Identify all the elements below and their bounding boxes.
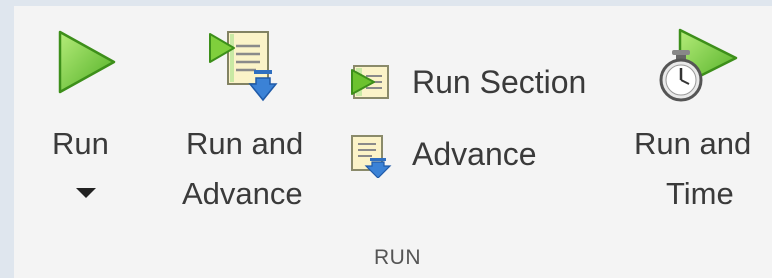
play-icon xyxy=(58,30,116,94)
run-label: Run xyxy=(52,126,109,161)
run-and-advance-label-line2: Advance xyxy=(182,176,303,211)
stopwatch-play-icon xyxy=(659,28,738,102)
chevron-down-icon[interactable] xyxy=(76,188,96,198)
run-group-panel: Run Run and Advance Run Section Advance … xyxy=(14,6,772,278)
run-and-time-label-line1: Run and xyxy=(634,126,752,161)
run-and-advance-button[interactable]: Run and Advance xyxy=(182,24,322,224)
advance-label: Advance xyxy=(412,136,537,172)
run-section-label: Run Section xyxy=(412,64,587,100)
run-section-button[interactable]: Run Section xyxy=(348,56,618,108)
run-and-advance-icon xyxy=(209,31,278,102)
editor-toolstrip: Run Run and Advance Run Section Advance … xyxy=(0,0,772,278)
advance-button[interactable]: Advance xyxy=(348,130,568,182)
advance-icon xyxy=(351,135,392,178)
toolstrip-left-border xyxy=(0,0,14,278)
run-and-time-label-line2: Time xyxy=(666,176,734,211)
run-section-icon xyxy=(351,65,389,99)
run-group-label: RUN xyxy=(374,246,421,269)
run-button[interactable]: Run xyxy=(44,24,144,224)
run-and-time-button[interactable]: Run and Time xyxy=(624,24,770,224)
run-and-advance-label-line1: Run and xyxy=(186,126,304,161)
